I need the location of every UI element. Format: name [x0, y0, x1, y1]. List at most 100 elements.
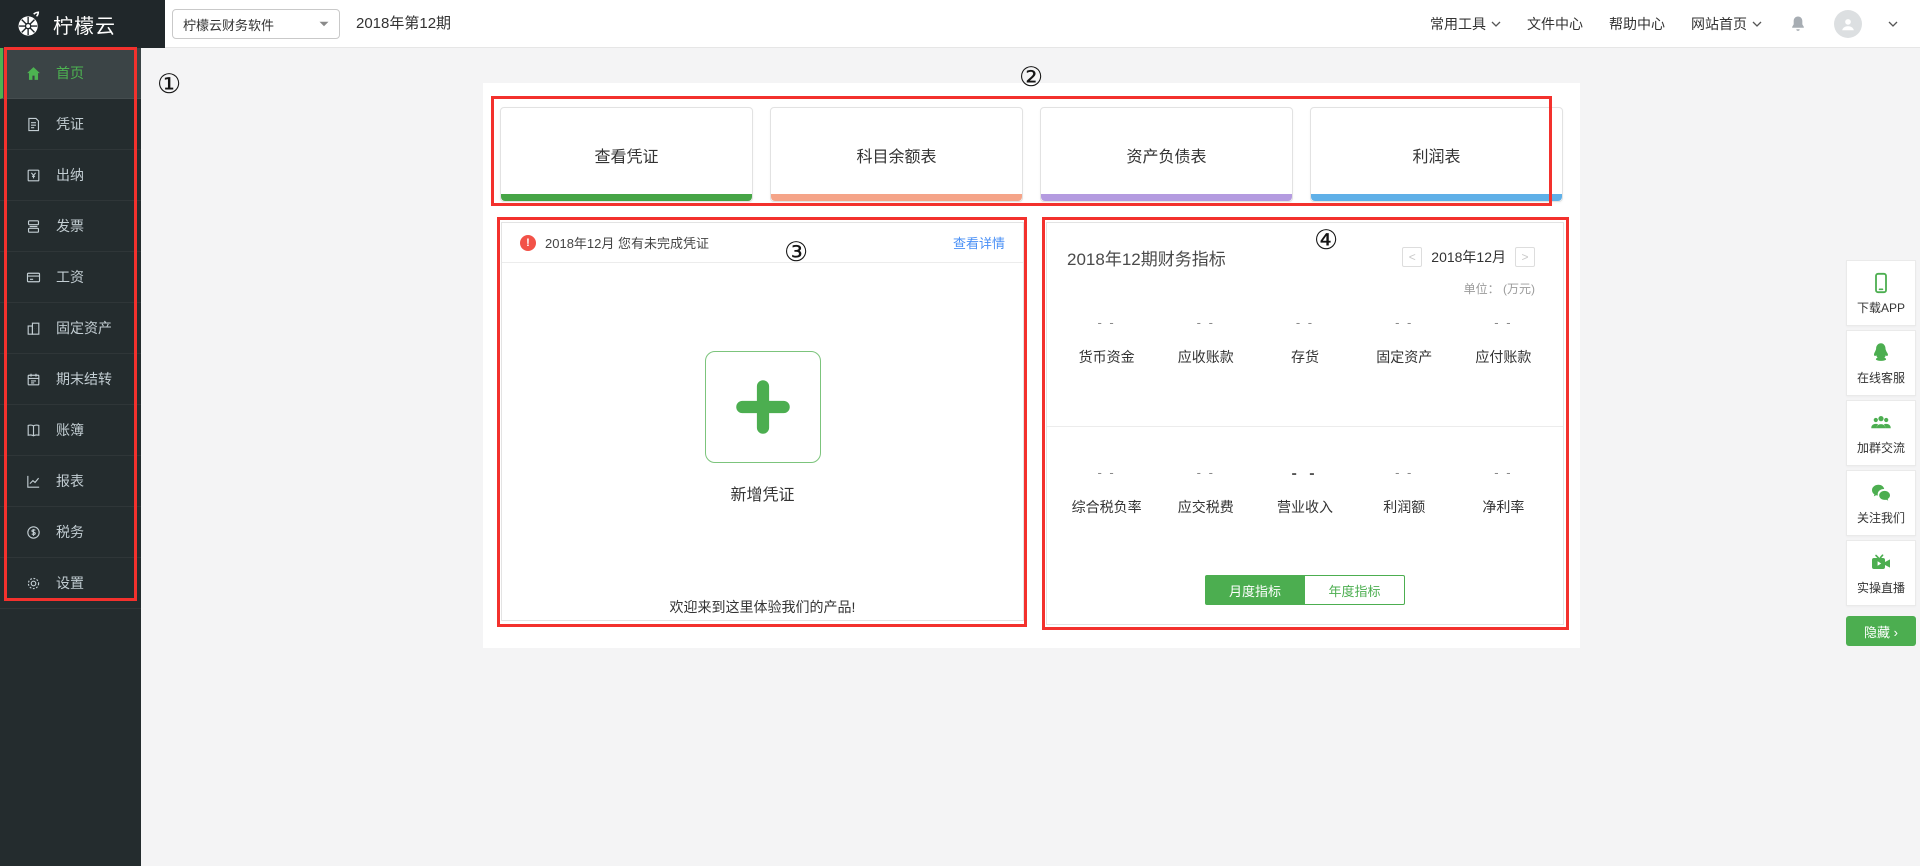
plus-icon	[732, 376, 794, 438]
float-tile-label: 在线客服	[1857, 369, 1905, 386]
metric-label: 应收账款	[1156, 347, 1255, 367]
metric-cash: - - 货币资金	[1057, 315, 1156, 367]
monthly-indicators-button[interactable]: 月度指标	[1205, 575, 1305, 605]
sidebar-item-label: 工资	[56, 267, 84, 287]
nav-common-tools-label: 常用工具	[1430, 14, 1486, 34]
sidebar-item-label: 固定资产	[56, 318, 112, 338]
metric-value: - -	[1355, 315, 1454, 335]
sidebar-item-tax[interactable]: 税务	[0, 507, 141, 558]
indicators-row-1: - - 货币资金 - - 应收账款 - - 存货 - - 固定资产 - - 应付…	[1057, 315, 1553, 367]
company-select[interactable]: 柠檬云财务软件	[172, 9, 340, 39]
metric-label: 应付账款	[1454, 347, 1553, 367]
pager-period-label: 2018年12月	[1431, 247, 1506, 267]
float-tile-label: 关注我们	[1857, 509, 1905, 526]
metric-label: 综合税负率	[1057, 497, 1156, 517]
add-voucher-label: 新增凭证	[502, 481, 1023, 505]
people-group-icon	[1869, 411, 1893, 435]
sidebar-item-settings[interactable]: 设置	[0, 558, 141, 609]
unfinished-voucher-alert: 2018年12月 您有未完成凭证	[545, 233, 944, 252]
nav-file-center[interactable]: 文件中心	[1527, 14, 1583, 34]
join-group-tile[interactable]: 加群交流	[1846, 400, 1916, 466]
metric-tax-payable: - - 应交税费	[1156, 465, 1255, 517]
hide-sidebar-button[interactable]: 隐藏 ›	[1846, 616, 1916, 646]
chevron-down-icon	[1752, 21, 1762, 27]
sidebar-item-fixed-assets[interactable]: 固定资产	[0, 303, 141, 354]
metric-value: - -	[1057, 315, 1156, 335]
floating-sidebar: 下载APP 在线客服 加群交流 关注我们 实操直播 隐藏 ›	[1846, 260, 1916, 646]
mobile-phone-icon	[1869, 271, 1893, 295]
sidebar-item-label: 期末结转	[56, 369, 112, 389]
quick-card-label: 资产负债表	[1126, 143, 1206, 167]
quick-card-label: 查看凭证	[594, 143, 658, 167]
metric-value: - -	[1454, 315, 1553, 335]
indicators-divider	[1047, 426, 1563, 427]
nav-help-center[interactable]: 帮助中心	[1609, 14, 1665, 34]
metric-label: 应交税费	[1156, 497, 1255, 517]
nav-file-center-label: 文件中心	[1527, 14, 1583, 34]
invoice-stack-icon	[25, 217, 43, 235]
sidebar-item-salary[interactable]: 工资	[0, 252, 141, 303]
top-header: 柠檬云 柠檬云财务软件 2018年第12期 常用工具 文件中心 帮助中心 网站首…	[0, 0, 1920, 48]
dollar-circle-icon	[25, 523, 43, 541]
live-broadcast-tile[interactable]: 实操直播	[1846, 540, 1916, 606]
card-accent-bar	[1311, 194, 1562, 201]
sidebar-item-reports[interactable]: 报表	[0, 456, 141, 507]
quick-card-view-vouchers[interactable]: 查看凭证	[500, 107, 753, 202]
indicators-title: 2018年12期财务指标	[1067, 245, 1226, 270]
user-avatar[interactable]	[1834, 10, 1862, 38]
quick-card-account-balance[interactable]: 科目余额表	[770, 107, 1023, 202]
nav-site-home[interactable]: 网站首页	[1691, 14, 1762, 34]
sidebar-item-cashier[interactable]: 出纳	[0, 150, 141, 201]
logo-text: 柠檬云	[53, 10, 116, 39]
sidebar-item-label: 账簿	[56, 420, 84, 440]
metric-label: 净利率	[1454, 497, 1553, 517]
sidebar-item-home[interactable]: 首页	[0, 48, 141, 99]
voucher-doc-icon	[25, 115, 43, 133]
download-app-tile[interactable]: 下载APP	[1846, 260, 1916, 326]
metric-tax-burden-rate: - - 综合税负率	[1057, 465, 1156, 517]
metric-net-margin: - - 净利率	[1454, 465, 1553, 517]
metric-label: 货币资金	[1057, 347, 1156, 367]
wechat-icon	[1869, 481, 1893, 505]
chevron-down-icon	[1491, 21, 1501, 27]
sidebar-item-ledger[interactable]: 账簿	[0, 405, 141, 456]
metric-value: - -	[1454, 465, 1553, 485]
quick-card-income-statement[interactable]: 利润表	[1310, 107, 1563, 202]
next-period-button[interactable]: >	[1515, 247, 1535, 267]
chevron-down-icon	[319, 21, 329, 27]
metric-receivables: - - 应收账款	[1156, 315, 1255, 367]
qq-penguin-icon	[1869, 341, 1893, 365]
nav-common-tools[interactable]: 常用工具	[1430, 14, 1501, 34]
sidebar-item-label: 首页	[56, 63, 84, 83]
view-details-link[interactable]: 查看详情	[953, 233, 1005, 252]
period-pager: < 2018年12月 >	[1402, 247, 1535, 267]
metric-value: - -	[1355, 465, 1454, 485]
line-chart-icon	[25, 472, 43, 490]
quick-card-balance-sheet[interactable]: 资产负债表	[1040, 107, 1293, 202]
add-voucher-button[interactable]	[705, 351, 821, 463]
video-camera-icon	[1869, 551, 1893, 575]
sidebar-item-voucher[interactable]: 凭证	[0, 99, 141, 150]
account-chevron-down-icon[interactable]	[1888, 21, 1898, 27]
yearly-indicators-button[interactable]: 年度指标	[1305, 575, 1405, 605]
prev-period-button[interactable]: <	[1402, 247, 1422, 267]
annotation-number-1: ①	[157, 69, 181, 100]
company-select-value: 柠檬云财务软件	[183, 15, 274, 34]
online-service-tile[interactable]: 在线客服	[1846, 330, 1916, 396]
metric-value: - -	[1156, 465, 1255, 485]
notification-bell-icon[interactable]	[1788, 14, 1808, 34]
salary-card-icon	[25, 268, 43, 286]
sidebar-item-period-end[interactable]: 期末结转	[0, 354, 141, 405]
building-icon	[25, 319, 43, 337]
metric-value: - -	[1255, 315, 1354, 335]
metric-label: 营业收入	[1255, 497, 1354, 517]
sidebar-item-invoice[interactable]: 发票	[0, 201, 141, 252]
metric-profit: - - 利润额	[1355, 465, 1454, 517]
unit-label: 单位： (万元)	[1464, 280, 1535, 297]
sidebar-item-label: 报表	[56, 471, 84, 491]
follow-us-tile[interactable]: 关注我们	[1846, 470, 1916, 536]
card-accent-bar	[501, 194, 752, 201]
home-icon	[25, 64, 43, 82]
nav-site-home-label: 网站首页	[1691, 14, 1747, 34]
metric-inventory: - - 存货	[1255, 315, 1354, 367]
